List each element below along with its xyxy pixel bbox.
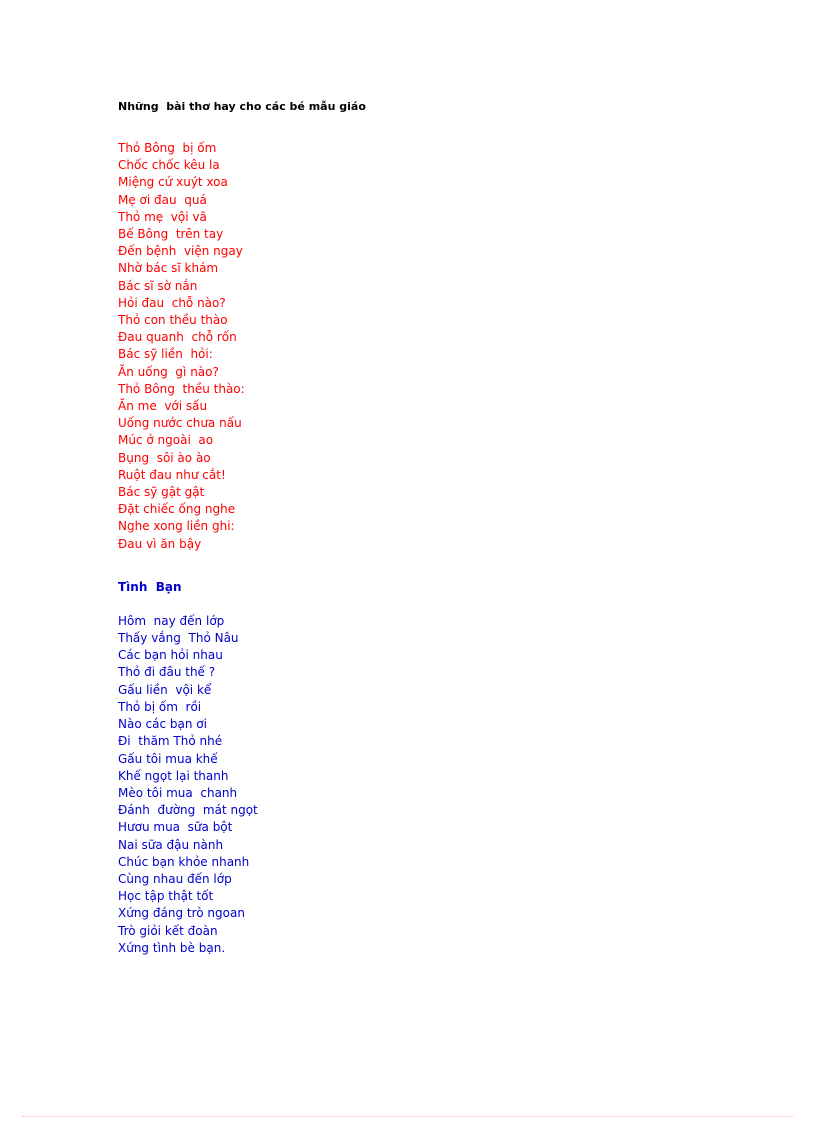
- verse-line: Miệng cứ xuýt xoa: [118, 175, 228, 190]
- verse-line: Bế Bông trên tay: [118, 227, 224, 242]
- verse-line: Đặt chiếc ống nghe: [118, 502, 236, 517]
- document-page: Những bài thơ hay cho các bé mẫu giáo Th…: [0, 0, 816, 1123]
- verse-line: Ăn me với sấu: [118, 399, 208, 414]
- verse-line: Múc ở ngoài ao: [118, 433, 214, 448]
- footer-divider: [22, 1116, 794, 1117]
- verse-line: Ruột đau như cắt!: [118, 467, 226, 482]
- verse-line: Khế ngọt lại thanh: [118, 768, 229, 783]
- verse-line: Nghe xong liền ghi:: [118, 519, 235, 534]
- verse-line: Thấy vắng Thỏ Nâu: [118, 631, 239, 646]
- verse-line: Bác sĩ sờ nắn: [118, 278, 198, 293]
- verse-line: Nào các bạn ơi: [118, 717, 207, 732]
- document-body: Những bài thơ hay cho các bé mẫu giáo Th…: [118, 100, 718, 957]
- verse-line: Thỏ mẹ vội vã: [118, 209, 207, 224]
- verse-line: Hỏi đau chỗ nào?: [118, 295, 226, 310]
- verse-line: Gấu tôi mua khế: [118, 751, 218, 766]
- verse-line: Hươu mua sữa bột: [118, 820, 233, 835]
- verse-line: Đánh đường mát ngọt: [118, 803, 258, 818]
- verse-line: Thỏ Bông bị ốm: [118, 141, 217, 155]
- verse-line: Uống nước chưa nấu: [118, 416, 242, 431]
- verse-line: Đau quanh chỗ rốn: [118, 330, 237, 345]
- poem-tinh-ban: Tình Bạn Hôm nay đến lớp Thấy vắng Thỏ N…: [118, 579, 718, 957]
- verse-line: Ăn uống gì nào?: [118, 364, 219, 379]
- verse-line: Các bạn hỏi nhau: [118, 648, 223, 663]
- verse-line: Gấu liền vội kể: [118, 682, 212, 697]
- verse-line: Thỏ Bông thều thào:: [118, 381, 245, 396]
- verse-line: Bác sỹ gật gật: [118, 485, 205, 500]
- title-spacer: [118, 114, 718, 140]
- verse-line: Trò giỏi kết đoàn: [118, 923, 218, 938]
- verse-line: Chúc bạn khỏe nhanh: [118, 854, 250, 869]
- page-title: Những bài thơ hay cho các bé mẫu giáo: [118, 100, 366, 113]
- verse-line: Nhờ bác sĩ khám: [118, 261, 219, 276]
- verse-line: Hôm nay đến lớp: [118, 613, 225, 628]
- verse-line: Xứng đáng trò ngoan: [118, 906, 245, 921]
- verse-line: Học tập thật tốt: [118, 889, 214, 904]
- verse-line: Mẹ ơi đau quá: [118, 192, 207, 207]
- poem-heading-tinh-ban: Tình Bạn: [118, 579, 182, 594]
- verse-line: Đi thăm Thỏ nhé: [118, 734, 223, 749]
- verse-line: Đến bệnh viện ngay: [118, 244, 243, 259]
- poem-tho-bong-bi-om: Thỏ Bông bị ốm Chốc chốc kêu la Miệng cứ…: [118, 140, 718, 553]
- verse-line: Chốc chốc kêu la: [118, 158, 220, 173]
- verse-line: Thỏ bị ốm rồi: [118, 699, 202, 714]
- verse-line: Thỏ con thều thào: [118, 313, 228, 328]
- verse-line: Mèo tôi mua chanh: [118, 785, 238, 800]
- verse-line: Đau vì ăn bậy: [118, 536, 202, 551]
- verse-line: Xứng tình bè bạn.: [118, 940, 226, 955]
- verse-line: Thỏ đi đâu thế ?: [118, 665, 216, 680]
- verse-line: Bụng sôi ào ào: [118, 450, 211, 465]
- verse-line: Nai sữa đậu nành: [118, 837, 224, 852]
- verse-line: Bác sỹ liền hỏi:: [118, 347, 213, 362]
- heading-spacer: [118, 596, 718, 613]
- poem-spacer: [118, 553, 718, 579]
- verse-line: Cùng nhau đến lớp: [118, 871, 232, 886]
